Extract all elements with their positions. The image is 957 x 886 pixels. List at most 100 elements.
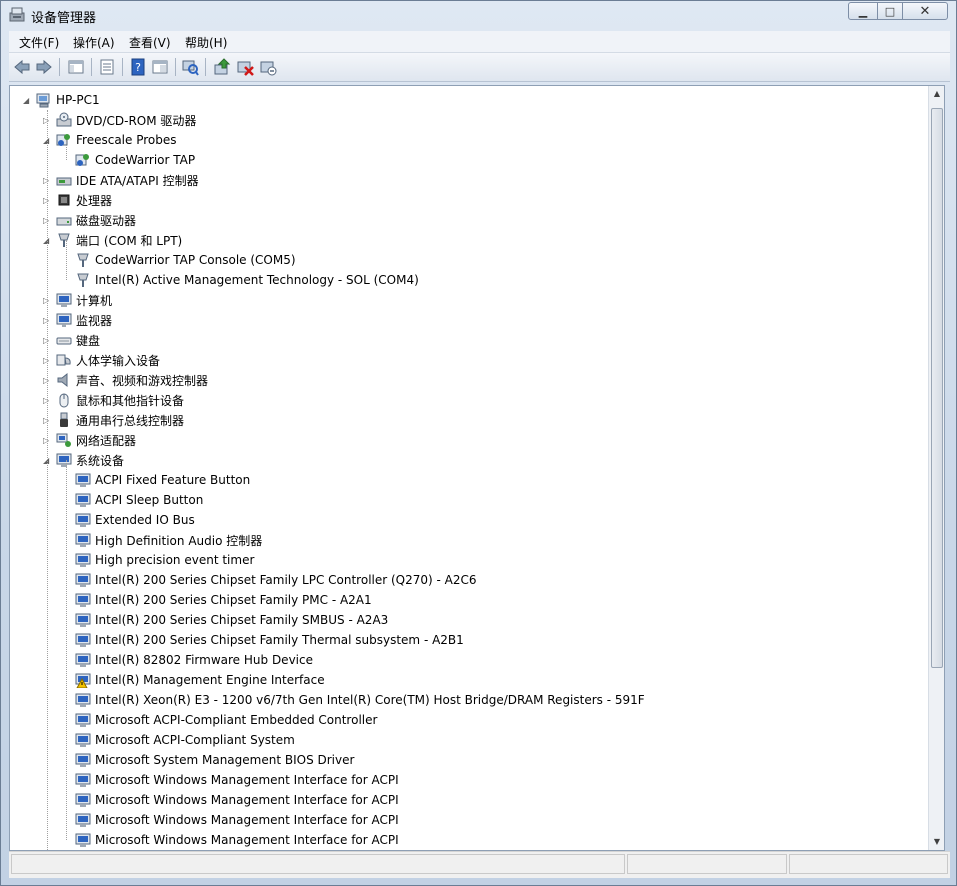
tree-category-disk-drive[interactable]: 磁盘驱动器 <box>56 210 136 230</box>
tree-item-label: 系统设备 <box>76 453 125 468</box>
tree-item-label: Microsoft ACPI-Compliant Embedded Contro… <box>95 713 378 727</box>
tree-connector-line <box>66 240 67 280</box>
device-manager-app-icon <box>9 7 25 22</box>
mouse-icon <box>56 392 72 408</box>
close-icon: ✕ <box>919 3 931 19</box>
disable-icon[interactable] <box>259 58 277 76</box>
tree-device[interactable]: Intel(R) Management Engine Interface <box>75 670 325 690</box>
tree-device[interactable]: Intel(R) 200 Series Chipset Family LPC C… <box>75 570 477 590</box>
tree-device[interactable]: Intel(R) 82802 Firmware Hub Device <box>75 650 313 670</box>
collapse-arrow-icon[interactable]: ◢ <box>23 96 32 105</box>
tree-device[interactable]: Intel(R) 200 Series Chipset Family SMBUS… <box>75 610 388 630</box>
close-button[interactable]: ✕ <box>902 2 948 20</box>
tree-category-port[interactable]: 端口 (COM 和 LPT) <box>56 230 182 250</box>
tree-item-label: Intel(R) Xeon(R) E3 - 1200 v6/7th Gen In… <box>95 693 645 707</box>
system-device-icon <box>75 692 91 708</box>
tree-device[interactable]: High Definition Audio 控制器 <box>75 530 262 550</box>
tree-category-network-adapter[interactable]: 网络适配器 <box>56 430 136 450</box>
menu-bar: 文件(F) 操作(A) 查看(V) 帮助(H) <box>9 31 950 53</box>
tree-item-label: Intel(R) 200 Series Chipset Family LPC C… <box>95 573 477 587</box>
probe-device-icon <box>75 152 91 168</box>
tree-device[interactable]: Microsoft ACPI-Compliant Embedded Contro… <box>75 710 377 730</box>
tree-category-mouse[interactable]: 鼠标和其他指针设备 <box>56 390 184 410</box>
tree-device[interactable]: High precision event timer <box>75 550 254 570</box>
scan-hardware-icon[interactable] <box>181 58 199 76</box>
tree-item-label: Microsoft ACPI-Compliant System <box>95 733 295 747</box>
tree-category-processor[interactable]: 处理器 <box>56 190 112 210</box>
system-device-icon <box>75 612 91 628</box>
menu-file[interactable]: 文件(F) <box>19 34 59 51</box>
vertical-scrollbar[interactable]: ▲ ▼ <box>928 86 944 850</box>
tree-root[interactable]: HP-PC1 <box>36 90 100 110</box>
tree-device[interactable]: Microsoft System Management BIOS Driver <box>75 750 354 770</box>
update-driver-icon[interactable] <box>213 58 231 76</box>
dvd-drive-icon <box>56 112 72 128</box>
properties-icon[interactable] <box>98 58 116 76</box>
tree-device[interactable]: Microsoft Windows Management Interface f… <box>75 770 399 790</box>
scroll-up-icon[interactable]: ▲ <box>929 86 944 102</box>
tree-device[interactable]: Intel(R) 200 Series Chipset Family PMC -… <box>75 590 372 610</box>
show-hide-console-tree-icon[interactable] <box>67 58 85 76</box>
tree-item-label: ACPI Sleep Button <box>95 493 204 507</box>
tree-item-label: High Definition Audio 控制器 <box>95 533 263 548</box>
tree-category-ide-controller[interactable]: IDE ATA/ATAPI 控制器 <box>56 170 199 190</box>
tree-item-label: 鼠标和其他指针设备 <box>76 393 185 408</box>
system-device-icon <box>75 592 91 608</box>
monitor-icon <box>56 312 72 328</box>
maximize-button[interactable]: □ <box>877 2 903 20</box>
tree-device[interactable]: Intel(R) 200 Series Chipset Family Therm… <box>75 630 464 650</box>
port-icon <box>56 232 72 248</box>
scroll-down-icon[interactable]: ▼ <box>929 834 944 850</box>
tree-device[interactable]: Extended IO Bus <box>75 510 195 530</box>
tree-device[interactable]: ACPI Fixed Feature Button <box>75 470 250 490</box>
tree-device[interactable]: CodeWarrior TAP Console (COM5) <box>75 250 296 270</box>
back-icon[interactable] <box>13 58 31 76</box>
tree-item-label: ACPI Fixed Feature Button <box>95 473 251 487</box>
tree-device[interactable]: CodeWarrior TAP <box>75 150 195 170</box>
tree-device[interactable]: ACPI Sleep Button <box>75 490 203 510</box>
tree-category-dvd-drive[interactable]: DVD/CD-ROM 驱动器 <box>56 110 196 130</box>
tree-device[interactable]: Microsoft Windows Management Interface f… <box>75 810 399 830</box>
tree-category-usb[interactable]: 通用串行总线控制器 <box>56 410 184 430</box>
minimize-button[interactable]: ▁ <box>848 2 878 20</box>
help-icon[interactable]: ? <box>129 58 147 76</box>
svg-text:?: ? <box>135 61 141 74</box>
tree-category-speaker[interactable]: 声音、视频和游戏控制器 <box>56 370 208 390</box>
tree-item-label: Intel(R) 200 Series Chipset Family PMC -… <box>95 593 372 607</box>
tree-item-label: HP-PC1 <box>56 93 100 107</box>
tree-item-label: Intel(R) Active Management Technology - … <box>95 273 419 287</box>
probe-icon <box>56 132 72 148</box>
tree-category-hid[interactable]: 人体学输入设备 <box>56 350 160 370</box>
view-icon[interactable] <box>151 58 169 76</box>
tree-device[interactable]: Microsoft Windows Management Interface f… <box>75 830 399 850</box>
scroll-thumb[interactable] <box>931 108 943 668</box>
uninstall-icon[interactable] <box>236 58 254 76</box>
network-adapter-icon <box>56 432 72 448</box>
hid-icon <box>56 352 72 368</box>
tree-device[interactable]: Intel(R) Xeon(R) E3 - 1200 v6/7th Gen In… <box>75 690 645 710</box>
status-cell-tertiary <box>789 854 948 874</box>
forward-icon[interactable] <box>35 58 53 76</box>
tree-device[interactable]: Microsoft ACPI-Compliant System <box>75 730 295 750</box>
tree-device[interactable]: Microsoft Windows Management Interface f… <box>75 790 399 810</box>
processor-icon <box>56 192 72 208</box>
menu-action[interactable]: 操作(A) <box>73 34 115 51</box>
system-device-icon <box>75 812 91 828</box>
minimize-icon: ▁ <box>858 4 868 18</box>
speaker-icon <box>56 372 72 388</box>
device-tree-panel: HP-PC1 ◢ DVD/CD-ROM 驱动器 ▷ Freescale Probes ◢ C… <box>9 85 945 851</box>
tree-item-label: 监视器 <box>76 313 113 328</box>
tree-item-label: Microsoft Windows Management Interface f… <box>95 793 399 807</box>
tree-category-monitor[interactable]: 监视器 <box>56 310 112 330</box>
title-bar[interactable]: 设备管理器 ▁ □ ✕ <box>1 1 956 29</box>
tree-device[interactable]: Intel(R) Active Management Technology - … <box>75 270 419 290</box>
tree-item-label: 声音、视频和游戏控制器 <box>76 373 209 388</box>
menu-help[interactable]: 帮助(H) <box>185 34 227 51</box>
tree-category-keyboard[interactable]: 键盘 <box>56 330 100 350</box>
menu-view[interactable]: 查看(V) <box>129 34 171 51</box>
tree-category-probe[interactable]: Freescale Probes <box>56 130 177 150</box>
port-device-icon <box>75 272 91 288</box>
system-device-icon <box>75 512 91 528</box>
keyboard-icon <box>56 332 72 348</box>
tree-category-computer[interactable]: 计算机 <box>56 290 112 310</box>
